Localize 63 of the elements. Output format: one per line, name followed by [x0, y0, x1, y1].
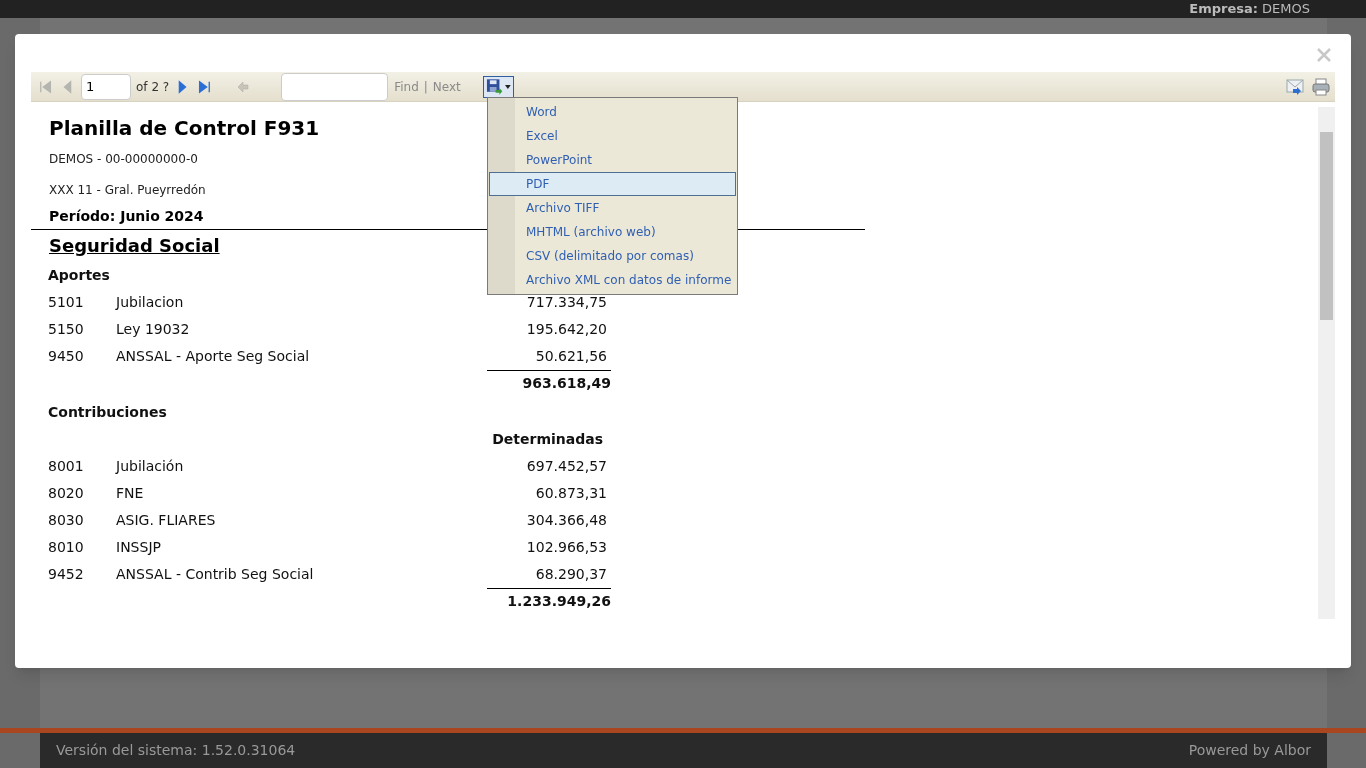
column-header: Determinadas — [492, 430, 604, 449]
export-menu-item[interactable]: PowerPoint — [489, 148, 736, 172]
export-menu-item[interactable]: MHTML (archivo web) — [489, 220, 736, 244]
amount-cell-text: 304.366,48 — [525, 511, 607, 530]
powered-by-text: Powered by Albor — [1188, 741, 1311, 760]
page-number-field[interactable]: 1 — [81, 73, 131, 100]
total-amount: 1.233.949,26 — [487, 587, 611, 614]
export-menu-item[interactable]: CSV (delimitado por comas) — [489, 244, 736, 268]
concept-cell-text: Ley 19032 — [116, 320, 191, 339]
amount-cell-text: 68.290,37 — [534, 565, 607, 584]
code-cell-text: 8020 — [48, 484, 85, 503]
find-link[interactable]: Find — [394, 77, 419, 96]
amount-cell-text: 697.452,57 — [525, 457, 607, 476]
report-title: Planilla de Control F931 — [49, 115, 320, 142]
company-label: Empresa: DEMOS — [1189, 0, 1310, 19]
section-title: Seguridad Social — [49, 234, 220, 258]
save-disk-icon — [485, 77, 504, 96]
version-text: Versión del sistema: 1.52.0.31064 — [56, 741, 296, 760]
code-cell-text: 9452 — [48, 565, 85, 584]
find-field[interactable] — [281, 72, 389, 101]
envelope-arrow-icon — [1285, 76, 1305, 97]
export-data-button[interactable] — [1285, 76, 1305, 97]
export-menu-item[interactable]: Excel — [489, 124, 736, 148]
concept-cell-text: Jubilación — [116, 457, 185, 476]
export-button[interactable] — [482, 75, 514, 98]
code-cell-text: 9450 — [48, 347, 85, 366]
period-text: Período: Junio 2024 — [49, 207, 204, 226]
concept-cell-text: FNE — [116, 484, 145, 503]
code-cell-text: 8001 — [48, 457, 85, 476]
amount-cell-text: 717.334,75 — [525, 293, 607, 312]
code-cell-text: 5101 — [48, 293, 85, 312]
export-menu-item[interactable]: PDF — [489, 172, 736, 196]
back-arrow-icon — [237, 80, 250, 93]
code-cell-text: 5150 — [48, 320, 85, 339]
caret-icon — [505, 84, 511, 89]
first-arrow-icon — [39, 79, 53, 94]
concept-cell-text: ANSSAL - Aporte Seg Social — [116, 347, 311, 366]
group-title: Contribuciones — [48, 403, 167, 422]
amount-cell-text: 102.966,53 — [525, 538, 607, 557]
close-button[interactable] — [1315, 46, 1333, 64]
concept-cell-text: ANSSAL - Contrib Seg Social — [116, 565, 315, 584]
amount-cell-text: 195.642,20 — [525, 320, 607, 339]
company-text: DEMOS - 00-00000000-0 — [49, 151, 198, 168]
export-menu-item[interactable]: Word — [489, 100, 736, 124]
next-link[interactable]: Next — [432, 77, 461, 96]
last-arrow-icon — [197, 79, 212, 94]
page-count-text: of 2 ? — [136, 78, 170, 96]
amount-cell-text: 50.621,56 — [534, 347, 607, 366]
export-menu-item[interactable]: Archivo TIFF — [489, 196, 736, 220]
code-cell-text: 8030 — [48, 511, 85, 530]
print-button[interactable] — [1311, 76, 1331, 97]
amount-cell-text: 60.873,31 — [534, 484, 607, 503]
concept-cell-text: Jubilacion — [116, 293, 185, 312]
concept-cell-text: ASIG. FLIARES — [116, 511, 217, 530]
group-title: Aportes — [48, 266, 110, 285]
address-text: XXX 11 - Gral. Pueyrredón — [49, 182, 206, 199]
close-icon — [1315, 46, 1333, 64]
export-menu-item[interactable]: Archivo XML con datos de informe — [489, 268, 736, 292]
separator-text: | — [423, 78, 428, 96]
concept-cell-text: INSSJP — [116, 538, 162, 557]
total-amount: 963.618,49 — [487, 369, 611, 396]
printer-icon — [1311, 76, 1331, 97]
code-cell-text: 8010 — [48, 538, 85, 557]
